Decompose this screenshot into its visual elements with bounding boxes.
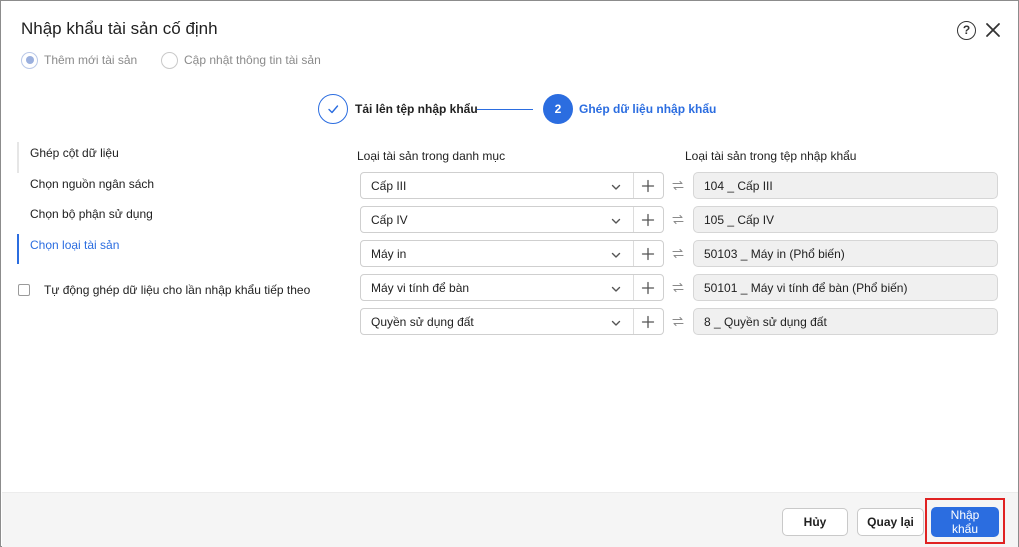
file-value-text: 8 _ Quyền sử dụng đất — [704, 315, 827, 329]
plus-icon[interactable] — [641, 213, 655, 227]
auto-match-checkbox[interactable] — [18, 284, 30, 296]
check-icon — [328, 105, 339, 114]
catalog-select[interactable]: Quyền sử dụng đất — [360, 308, 664, 335]
plus-icon[interactable] — [641, 179, 655, 193]
file-value-field: 104 _ Cấp III — [693, 172, 998, 199]
mode-update-label: Cập nhật thông tin tài sản — [184, 53, 321, 67]
mode-add-option[interactable]: Thêm mới tài sản — [21, 51, 137, 69]
swap-arrows-icon — [672, 214, 684, 225]
catalog-select[interactable]: Máy in — [360, 240, 664, 267]
select-divider — [633, 241, 634, 266]
select-divider — [633, 309, 634, 334]
swap-arrows-icon — [672, 282, 684, 293]
catalog-select[interactable]: Cấp IV — [360, 206, 664, 233]
file-value-text: 50103 _ Máy in (Phổ biến) — [704, 247, 845, 261]
swap-arrows-icon — [672, 316, 684, 327]
swap-arrows-icon — [672, 248, 684, 259]
catalog-select-value: Máy in — [371, 247, 407, 261]
catalog-select[interactable]: Máy vi tính để bàn — [360, 274, 664, 301]
mapping-row: Quyền sử dụng đất 8 _ Quyền sử dụng đất — [360, 308, 998, 335]
plus-icon[interactable] — [641, 247, 655, 261]
close-icon[interactable] — [984, 21, 1002, 39]
file-value-text: 50101 _ Máy vi tính để bàn (Phổ biến) — [704, 281, 908, 295]
chevron-down-icon[interactable] — [610, 215, 622, 227]
mode-update-option[interactable]: Cập nhật thông tin tài sản — [161, 51, 321, 69]
side-item-map-columns[interactable]: Ghép cột dữ liệu — [17, 142, 217, 173]
import-button-highlight — [925, 498, 1005, 544]
catalog-select[interactable]: Cấp III — [360, 172, 664, 199]
file-value-field: 8 _ Quyền sử dụng đất — [693, 308, 998, 335]
auto-match-label: Tự động ghép dữ liệu cho lần nhập khẩu t… — [44, 283, 311, 297]
chevron-down-icon[interactable] — [610, 249, 622, 261]
auto-match-option[interactable]: Tự động ghép dữ liệu cho lần nhập khẩu t… — [18, 283, 310, 297]
side-item-budget-source[interactable]: Chọn nguồn ngân sách — [17, 173, 217, 204]
swap-arrows-icon — [672, 180, 684, 191]
file-value-text: 104 _ Cấp III — [704, 179, 773, 193]
select-divider — [633, 207, 634, 232]
dialog-title: Nhập khẩu tài sản cố định — [21, 19, 218, 38]
step-1-indicator — [318, 94, 348, 124]
mapping-row: Cấp III 104 _ Cấp III — [360, 172, 998, 199]
file-value-field: 50101 _ Máy vi tính để bàn (Phổ biến) — [693, 274, 998, 301]
step-connector — [477, 109, 533, 111]
file-value-text: 105 _ Cấp IV — [704, 213, 775, 227]
question-circle-icon[interactable]: ? — [957, 21, 976, 40]
mapping-row: Máy vi tính để bàn 50101 _ Máy vi tính để… — [360, 274, 998, 301]
mode-add-label: Thêm mới tài sản — [44, 53, 138, 67]
plus-icon[interactable] — [641, 281, 655, 295]
side-nav: Ghép cột dữ liệu Chọn nguồn ngân sách Ch… — [17, 142, 217, 264]
catalog-select-value: Quyền sử dụng đất — [371, 315, 474, 329]
file-column-header: Loại tài sản trong tệp nhập khẩu — [685, 149, 857, 163]
file-value-field: 50103 _ Máy in (Phổ biến) — [693, 240, 998, 267]
catalog-select-value: Máy vi tính để bàn — [371, 281, 470, 295]
step-2-indicator: 2 — [543, 94, 573, 124]
radio-add[interactable] — [21, 51, 38, 69]
step-2-label: Ghép dữ liệu nhập khẩu — [579, 102, 717, 116]
chevron-down-icon[interactable] — [610, 317, 622, 329]
back-button[interactable]: Quay lại — [857, 508, 924, 536]
plus-icon[interactable] — [641, 315, 655, 329]
step-1-label: Tải lên tệp nhập khẩu — [355, 102, 478, 116]
cancel-button[interactable]: Hủy — [782, 508, 848, 536]
radio-update[interactable] — [161, 51, 178, 69]
catalog-column-header: Loại tài sản trong danh mục — [357, 149, 506, 163]
side-item-asset-type[interactable]: Chọn loại tài sản — [17, 233, 217, 264]
chevron-down-icon[interactable] — [610, 181, 622, 193]
side-item-department[interactable]: Chọn bộ phận sử dụng — [17, 203, 217, 234]
mapping-row: Máy in 50103 _ Máy in (Phổ biến) — [360, 240, 998, 267]
select-divider — [633, 275, 634, 300]
catalog-select-value: Cấp IV — [371, 213, 408, 227]
import-dialog: Nhập khẩu tài sản cố định ? Thêm mới tài… — [0, 0, 1019, 547]
mapping-row: Cấp IV 105 _ Cấp IV — [360, 206, 998, 233]
catalog-select-value: Cấp III — [371, 179, 407, 193]
select-divider — [633, 173, 634, 198]
chevron-down-icon[interactable] — [610, 283, 622, 295]
file-value-field: 105 _ Cấp IV — [693, 206, 998, 233]
